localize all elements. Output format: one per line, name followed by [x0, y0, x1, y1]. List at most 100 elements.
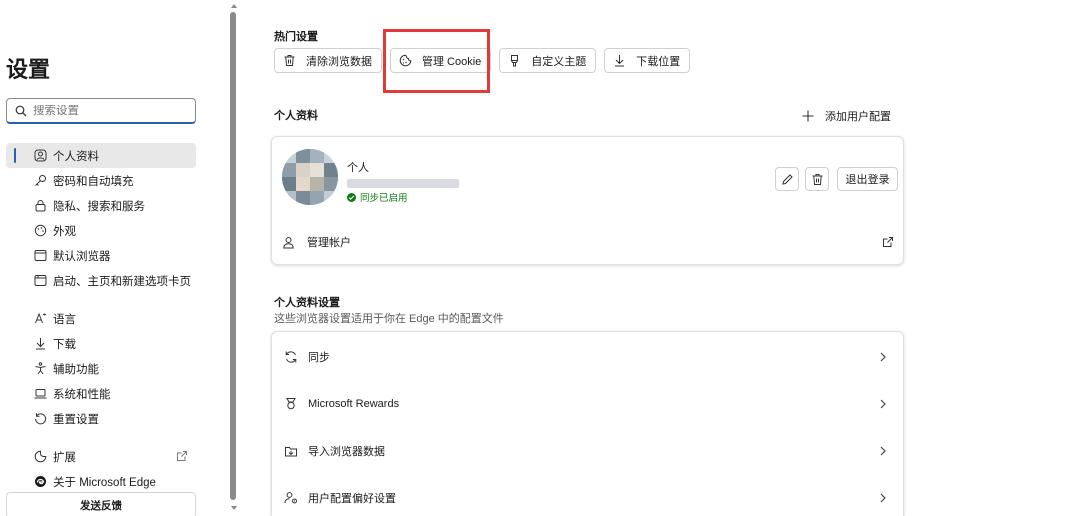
sidebar-item-downloads[interactable]: 下载: [6, 331, 196, 356]
sidebar-item-label: 语言: [53, 313, 76, 326]
profile-settings-subtitle: 这些浏览器设置适用于你在 Edge 中的配置文件: [274, 313, 504, 325]
home-tab-icon: [34, 275, 47, 286]
reset-icon: [35, 413, 47, 425]
sidebar-title: 设置: [6, 57, 51, 82]
sidebar-item-label: 系统和性能: [53, 388, 111, 401]
trash-icon: [812, 173, 822, 185]
sidebar-item-label: 扩展: [53, 451, 76, 464]
browser-icon: [34, 250, 47, 261]
profile-settings-title: 个人资料设置: [274, 297, 340, 309]
import-icon: [285, 447, 297, 457]
sidebar-item-label: 重置设置: [53, 413, 99, 426]
scroll-up-arrow-icon[interactable]: [231, 4, 237, 8]
scrollbar[interactable]: [228, 0, 238, 516]
settings-row-rewards[interactable]: Microsoft Rewards: [272, 381, 903, 427]
settings-row-profile-preferences[interactable]: 用户配置偏好设置: [272, 475, 903, 516]
search-icon: [15, 105, 27, 116]
laptop-icon: [34, 389, 47, 399]
sidebar-item-label: 辅助功能: [53, 363, 99, 376]
sidebar-item-profile[interactable]: 个人资料: [6, 143, 196, 168]
edge-icon: [35, 476, 46, 487]
sidebar-item-appearance[interactable]: 外观: [6, 218, 196, 243]
sidebar-item-label: 外观: [53, 225, 76, 238]
sidebar-item-label: 个人资料: [53, 150, 99, 163]
lock-icon: [35, 200, 46, 212]
profile-section-title: 个人资料: [274, 110, 318, 122]
profile-card: 个人 同步已启用 退出登录 管理帐户: [271, 136, 904, 265]
manage-account-label: 管理帐户: [307, 237, 351, 249]
chevron-right-icon: [880, 352, 886, 362]
search-box[interactable]: [6, 98, 196, 124]
hot-settings-title: 热门设置: [274, 31, 318, 43]
manage-account-row[interactable]: 管理帐户: [282, 231, 894, 253]
key-icon: [35, 175, 46, 186]
highlight-box: [383, 29, 490, 93]
download-icon: [36, 338, 45, 350]
delete-profile-button[interactable]: [805, 167, 829, 191]
check-circle-icon: [347, 192, 356, 202]
send-feedback-button[interactable]: 发送反馈: [6, 492, 196, 516]
customize-theme-button[interactable]: 自定义主题: [499, 48, 597, 73]
edit-profile-button[interactable]: [775, 167, 799, 191]
email-redacted: [347, 179, 459, 188]
nav-divider: [6, 293, 196, 306]
medal-icon: [286, 398, 296, 410]
paint-brush-icon: [510, 55, 519, 67]
sidebar-item-label: 下载: [53, 338, 76, 351]
sidebar-item-extensions[interactable]: 扩展: [6, 444, 196, 469]
sidebar-item-accessibility[interactable]: 辅助功能: [6, 356, 196, 381]
person-icon: [283, 236, 294, 248]
chevron-right-icon: [880, 446, 886, 456]
sidebar-item-label: 默认浏览器: [53, 250, 111, 263]
avatar-image: [282, 149, 338, 205]
sync-status: 同步已启用: [347, 190, 408, 204]
scroll-down-arrow-icon[interactable]: [231, 506, 237, 510]
download-icon: [615, 55, 625, 67]
plus-icon: [802, 110, 814, 122]
sidebar-item-default-browser[interactable]: 默认浏览器: [6, 243, 196, 268]
sync-icon: [285, 351, 297, 363]
trash-icon: [284, 55, 295, 66]
search-input[interactable]: [33, 104, 183, 117]
profile-name: 个人: [347, 162, 369, 174]
external-link-icon: [177, 451, 187, 461]
settings-row-sync[interactable]: 同步: [272, 334, 903, 380]
sidebar-item-reset[interactable]: 重置设置: [6, 406, 196, 431]
sidebar-item-label: 隐私、搜索和服务: [53, 200, 145, 213]
sidebar-item-privacy[interactable]: 隐私、搜索和服务: [6, 193, 196, 218]
external-link-icon[interactable]: [882, 236, 894, 248]
accessibility-icon: [35, 362, 46, 375]
settings-row-label: 导入浏览器数据: [308, 446, 385, 458]
sidebar-item-label: 关于 Microsoft Edge: [53, 476, 156, 489]
nav-divider: [6, 431, 196, 444]
settings-row-label: Microsoft Rewards: [308, 398, 400, 410]
chevron-right-icon: [880, 399, 886, 409]
avatar: [282, 149, 338, 205]
sidebar-item-startup[interactable]: 启动、主页和新建选项卡页: [6, 268, 196, 293]
sidebar-item-label: 密码和自动填充: [53, 175, 134, 188]
button-label: 清除浏览数据: [306, 55, 372, 68]
sidebar-item-passwords[interactable]: 密码和自动填充: [6, 168, 196, 193]
sidebar: 设置 个人资料 密码和自动填充 隐私、搜索和服务 外观 默认浏览器 启动、主页和…: [0, 0, 228, 516]
add-profile-button[interactable]: 添加用户配置: [801, 108, 891, 124]
profile-settings-card: 同步 Microsoft Rewards 导入浏览器数据 用户配置偏好设置: [271, 331, 904, 516]
clear-browsing-data-button[interactable]: 清除浏览数据: [274, 48, 382, 73]
sidebar-nav: 个人资料 密码和自动填充 隐私、搜索和服务 外观 默认浏览器 启动、主页和新建选…: [6, 143, 196, 494]
sidebar-item-label: 启动、主页和新建选项卡页: [53, 275, 191, 288]
language-icon: [35, 312, 46, 324]
settings-row-label: 用户配置偏好设置: [308, 493, 396, 505]
sidebar-item-language[interactable]: 语言: [6, 306, 196, 331]
chevron-right-icon: [880, 493, 886, 503]
settings-row-import[interactable]: 导入浏览器数据: [272, 428, 903, 474]
sidebar-item-system[interactable]: 系统和性能: [6, 381, 196, 406]
scrollbar-thumb[interactable]: [230, 12, 236, 500]
settings-row-label: 同步: [308, 352, 330, 364]
appearance-icon: [34, 224, 47, 237]
add-profile-label: 添加用户配置: [825, 111, 891, 123]
profile-settings-icon: [284, 492, 297, 504]
extensions-icon: [34, 450, 47, 463]
sign-out-button[interactable]: 退出登录: [837, 167, 898, 191]
main-content: 热门设置 清除浏览数据 管理 Cookie 自定义主题 下载位置 个人资料 添加…: [238, 0, 1080, 516]
download-location-button[interactable]: 下载位置: [604, 48, 691, 73]
sidebar-item-about[interactable]: 关于 Microsoft Edge: [6, 469, 196, 494]
